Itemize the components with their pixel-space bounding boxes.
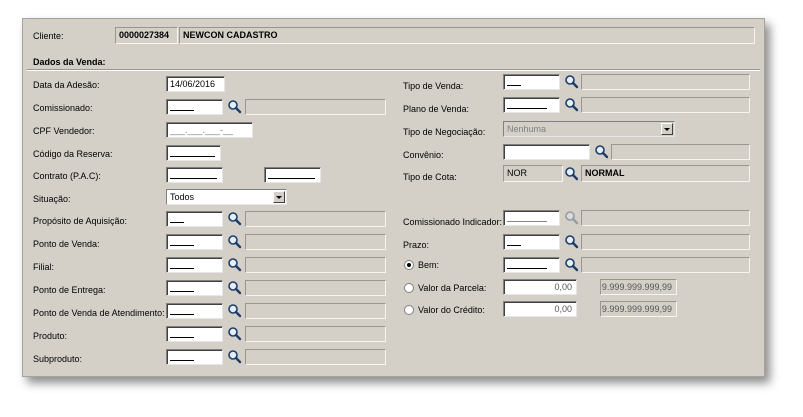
codigo-reserva-label: Código da Reserva: [33,149,113,159]
valor-credito-label: Valor do Crédito: [418,305,485,315]
proposito-label: Propósito de Aquisição: [33,216,128,226]
filial-desc [245,257,386,273]
comissionado-input[interactable] [166,99,223,115]
valor-parcela-max: 9.999.999.999,99 [600,279,677,295]
client-code-field: 0000027384 [115,27,178,44]
sales-data-panel: Cliente: 0000027384 NEWCON CADASTRO Dado… [22,18,765,377]
ponto-venda-atendimento-input[interactable] [166,303,223,319]
codigo-reserva-input[interactable] [166,145,221,161]
client-name-field: NEWCON CADASTRO [179,27,755,44]
tipo-venda-search-icon[interactable] [564,74,579,89]
tipo-negociacao-select[interactable]: Nenhuma [503,121,675,137]
comissionado-desc [245,99,386,115]
convenio-desc [611,144,750,160]
ponto-entrega-desc [245,280,386,296]
valor-credito-max: 9.999.999.999,99 [600,301,677,317]
comissionado-indicador-search-icon [564,210,579,225]
tipo-cota-desc: NORMAL [581,165,750,182]
plano-venda-label: Plano de Venda: [403,104,470,114]
comissionado-indicador-input[interactable] [503,210,560,226]
tipo-venda-input[interactable] [503,74,560,90]
bem-desc [581,257,750,273]
ponto-venda-search-icon[interactable] [227,234,242,249]
filial-input[interactable] [166,257,223,273]
tipo-cota-label: Tipo de Cota: [403,172,457,182]
tipo-negociacao-label: Tipo de Negociação: [403,127,486,137]
proposito-desc [245,211,386,227]
ponto-venda-input[interactable] [166,234,223,250]
ponto-entrega-label: Ponto de Entrega: [33,285,106,295]
valor-parcela-input[interactable]: 0,00 [503,279,577,295]
situacao-label: Situação: [33,194,71,204]
tipo-venda-label: Tipo de Venda: [403,81,464,91]
contrato-label: Contrato (P.A.C): [33,171,101,181]
produto-label: Produto: [33,331,68,341]
cpf-vendedor-label: CPF Vendedor: [33,126,95,136]
section-divider [27,69,760,71]
subproduto-desc [245,349,386,365]
comissionado-indicador-label: Comissionado Indicador: [403,217,503,227]
data-adesao-label: Data da Adesão: [33,80,100,90]
plano-venda-search-icon[interactable] [564,97,579,112]
ponto-venda-label: Ponto de Venda: [33,239,100,249]
prazo-desc [581,234,750,250]
convenio-input[interactable] [503,144,590,160]
prazo-label: Prazo: [403,240,430,250]
cpf-vendedor-input[interactable]: ___.___.___-__ [166,122,253,138]
convenio-search-icon[interactable] [594,144,609,159]
proposito-search-icon[interactable] [227,211,242,226]
chevron-down-icon[interactable] [661,123,673,135]
valor-credito-input[interactable]: 0,00 [503,301,577,317]
ponto-venda-atendimento-search-icon[interactable] [227,303,242,318]
tipo-cota-search-icon[interactable] [564,166,579,181]
subproduto-label: Subproduto: [33,354,83,364]
produto-search-icon[interactable] [227,326,242,341]
produto-desc [245,326,386,342]
convenio-label: Convênio: [403,150,444,160]
ponto-entrega-input[interactable] [166,280,223,296]
contrato-input-2[interactable] [264,167,321,183]
situacao-select[interactable]: Todos [166,189,287,205]
ponto-venda-atendimento-label: Ponto de Venda de Atendimento: [33,308,165,318]
comissionado-indicador-desc [581,210,750,226]
valor-credito-radio[interactable] [404,305,414,315]
chevron-down-icon[interactable] [273,191,285,203]
prazo-input[interactable] [503,234,560,250]
ponto-entrega-search-icon[interactable] [227,280,242,295]
proposito-input[interactable] [166,211,223,227]
contrato-input-1[interactable] [166,167,223,183]
filial-search-icon[interactable] [227,257,242,272]
tipo-venda-desc [581,74,750,90]
ponto-venda-atendimento-desc [245,303,386,319]
comissionado-search-icon[interactable] [227,99,242,114]
produto-input[interactable] [166,326,223,342]
bem-search-icon[interactable] [564,257,579,272]
bem-input[interactable] [503,257,560,273]
client-label: Cliente: [33,31,64,41]
section-title: Dados da Venda: [33,57,106,67]
bem-radio[interactable] [404,260,414,270]
filial-label: Filial: [33,262,55,272]
prazo-search-icon[interactable] [564,234,579,249]
bem-label: Bem: [418,260,440,270]
ponto-venda-desc [245,234,386,250]
data-adesao-input[interactable]: 14/06/2016 [166,76,225,92]
subproduto-search-icon[interactable] [227,349,242,364]
tipo-cota-code: NOR [503,165,563,182]
subproduto-input[interactable] [166,349,223,365]
valor-parcela-radio[interactable] [404,283,414,293]
comissionado-label: Comissionado: [33,103,93,113]
plano-venda-input[interactable] [503,97,560,113]
plano-venda-desc [581,97,750,113]
valor-parcela-label: Valor da Parcela: [418,283,487,293]
